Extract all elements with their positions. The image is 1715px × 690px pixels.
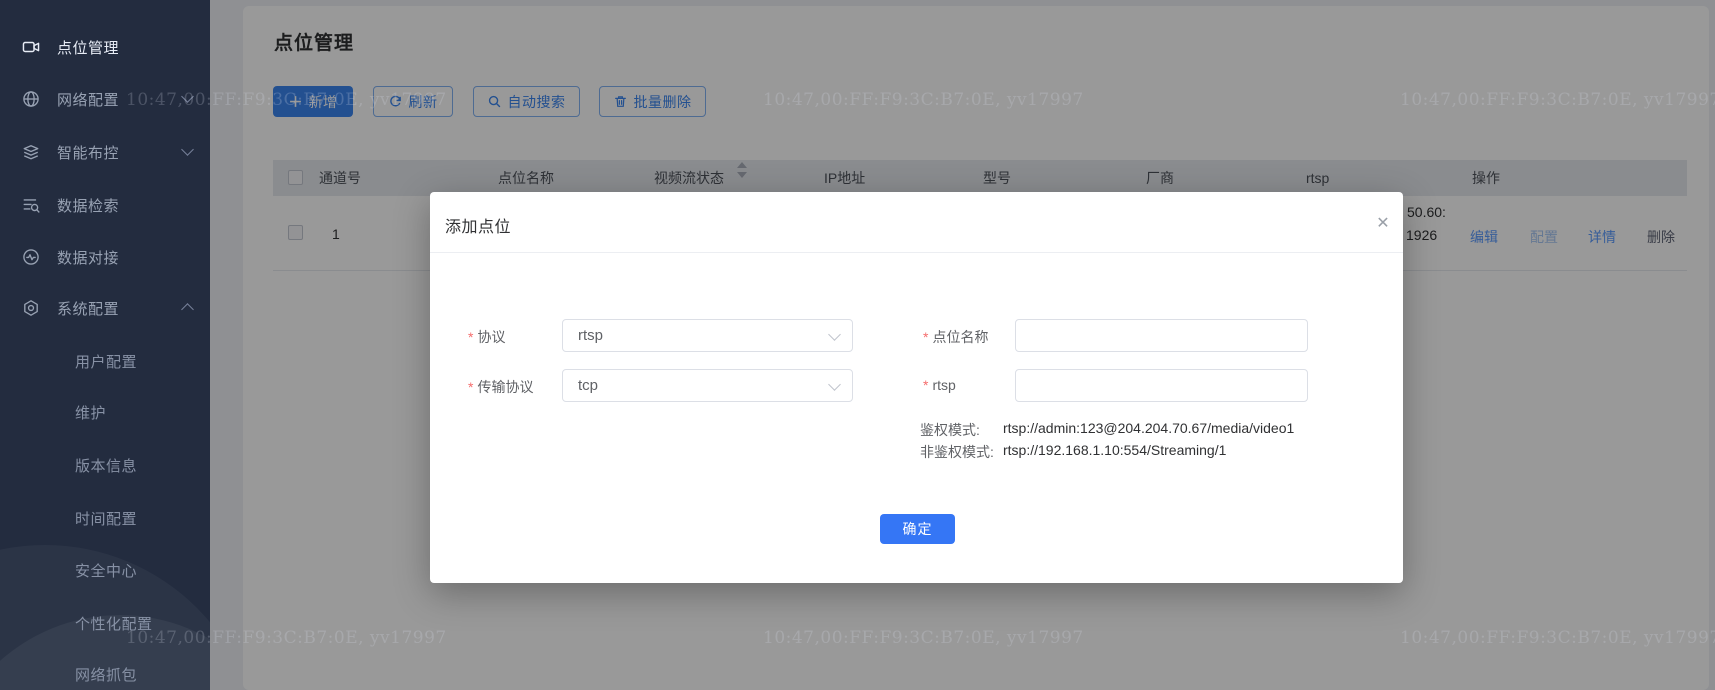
sidebar-subitem-label: 安全中心 [75, 563, 138, 580]
protocol-select[interactable]: rtsp [562, 319, 853, 352]
sidebar-item-network-config[interactable]: 网络配置 [0, 79, 210, 119]
app-window: 点位管理 网络配置 智能布控 数据检索 数据对接 系统配置 用户配置 维护 版本… [0, 0, 1715, 690]
sidebar-subitem-label: 个性化配置 [75, 616, 153, 633]
site-name-label: * 点位名称 [923, 329, 989, 345]
sidebar-item-site-management[interactable]: 点位管理 [0, 27, 210, 67]
camera-icon [22, 38, 40, 56]
sidebar-subitem-label: 版本信息 [75, 458, 138, 475]
sidebar-subitem-security-center[interactable]: 安全中心 [75, 557, 137, 587]
chevron-down-icon [828, 328, 841, 341]
add-site-modal: 添加点位 ✕ * 协议 rtsp * 点位名称 * 传输协议 tcp * rtsp [430, 192, 1403, 583]
sidebar-subitem-label: 用户配置 [75, 354, 138, 371]
sidebar-item-data-docking[interactable]: 数据对接 [0, 237, 210, 277]
protocol-label: * 协议 [468, 329, 506, 345]
sidebar-subitem-time-config[interactable]: 时间配置 [75, 505, 137, 535]
sidebar-subitem-user-config[interactable]: 用户配置 [75, 348, 137, 378]
sidebar-item-label: 数据检索 [57, 197, 120, 215]
close-icon[interactable]: ✕ [1370, 210, 1396, 236]
sidebar-subitem-label: 维护 [75, 405, 107, 422]
rtsp-input-wrap [1015, 369, 1308, 402]
required-marker: * [923, 377, 929, 393]
sidebar: 点位管理 网络配置 智能布控 数据检索 数据对接 系统配置 用户配置 维护 版本… [0, 0, 210, 690]
required-marker: * [468, 329, 474, 345]
layers-icon [22, 143, 40, 161]
transport-select-value: tcp [578, 377, 599, 394]
sidebar-item-label: 网络配置 [57, 91, 120, 109]
chevron-up-icon [181, 303, 194, 316]
sidebar-subitem-label: 网络抓包 [75, 667, 138, 684]
auth-mode-url: rtsp://admin:123@204.204.70.67/media/vid… [1003, 420, 1295, 436]
chevron-down-icon [181, 90, 194, 103]
search-list-icon [22, 196, 40, 214]
sidebar-item-label: 智能布控 [57, 144, 120, 162]
site-name-input-wrap [1015, 319, 1308, 352]
required-marker: * [923, 329, 929, 345]
rtsp-input[interactable] [1016, 370, 1307, 401]
modal-header-divider [430, 252, 1403, 253]
confirm-button[interactable]: 确定 [880, 514, 955, 544]
chevron-down-icon [181, 143, 194, 156]
sidebar-item-smart-control[interactable]: 智能布控 [0, 132, 210, 172]
sidebar-item-label: 系统配置 [57, 300, 120, 318]
sidebar-item-system-config[interactable]: 系统配置 [0, 288, 210, 328]
protocol-select-value: rtsp [578, 327, 604, 344]
sidebar-subitem-personalization[interactable]: 个性化配置 [75, 610, 153, 640]
sidebar-subitem-packet-capture[interactable]: 网络抓包 [75, 661, 137, 690]
site-name-input[interactable] [1016, 320, 1307, 351]
globe-icon [22, 90, 40, 108]
noauth-mode-url: rtsp://192.168.1.10:554/Streaming/1 [1003, 442, 1227, 458]
noauth-mode-label: 非鉴权模式: [920, 444, 994, 460]
sidebar-item-data-search[interactable]: 数据检索 [0, 185, 210, 225]
gear-icon [22, 299, 40, 317]
auth-mode-label: 鉴权模式: [920, 422, 980, 438]
sidebar-subitem-version-info[interactable]: 版本信息 [75, 452, 137, 482]
data-link-icon [22, 248, 40, 266]
transport-label: * 传输协议 [468, 379, 534, 395]
chevron-down-icon [828, 378, 841, 391]
sidebar-subitem-label: 时间配置 [75, 511, 138, 528]
sidebar-subitem-maintenance[interactable]: 维护 [75, 399, 106, 429]
transport-select[interactable]: tcp [562, 369, 853, 402]
sidebar-item-label: 数据对接 [57, 249, 120, 267]
modal-title: 添加点位 [445, 219, 512, 236]
rtsp-label: * rtsp [923, 377, 956, 393]
sidebar-item-label: 点位管理 [57, 39, 120, 57]
required-marker: * [468, 379, 474, 395]
